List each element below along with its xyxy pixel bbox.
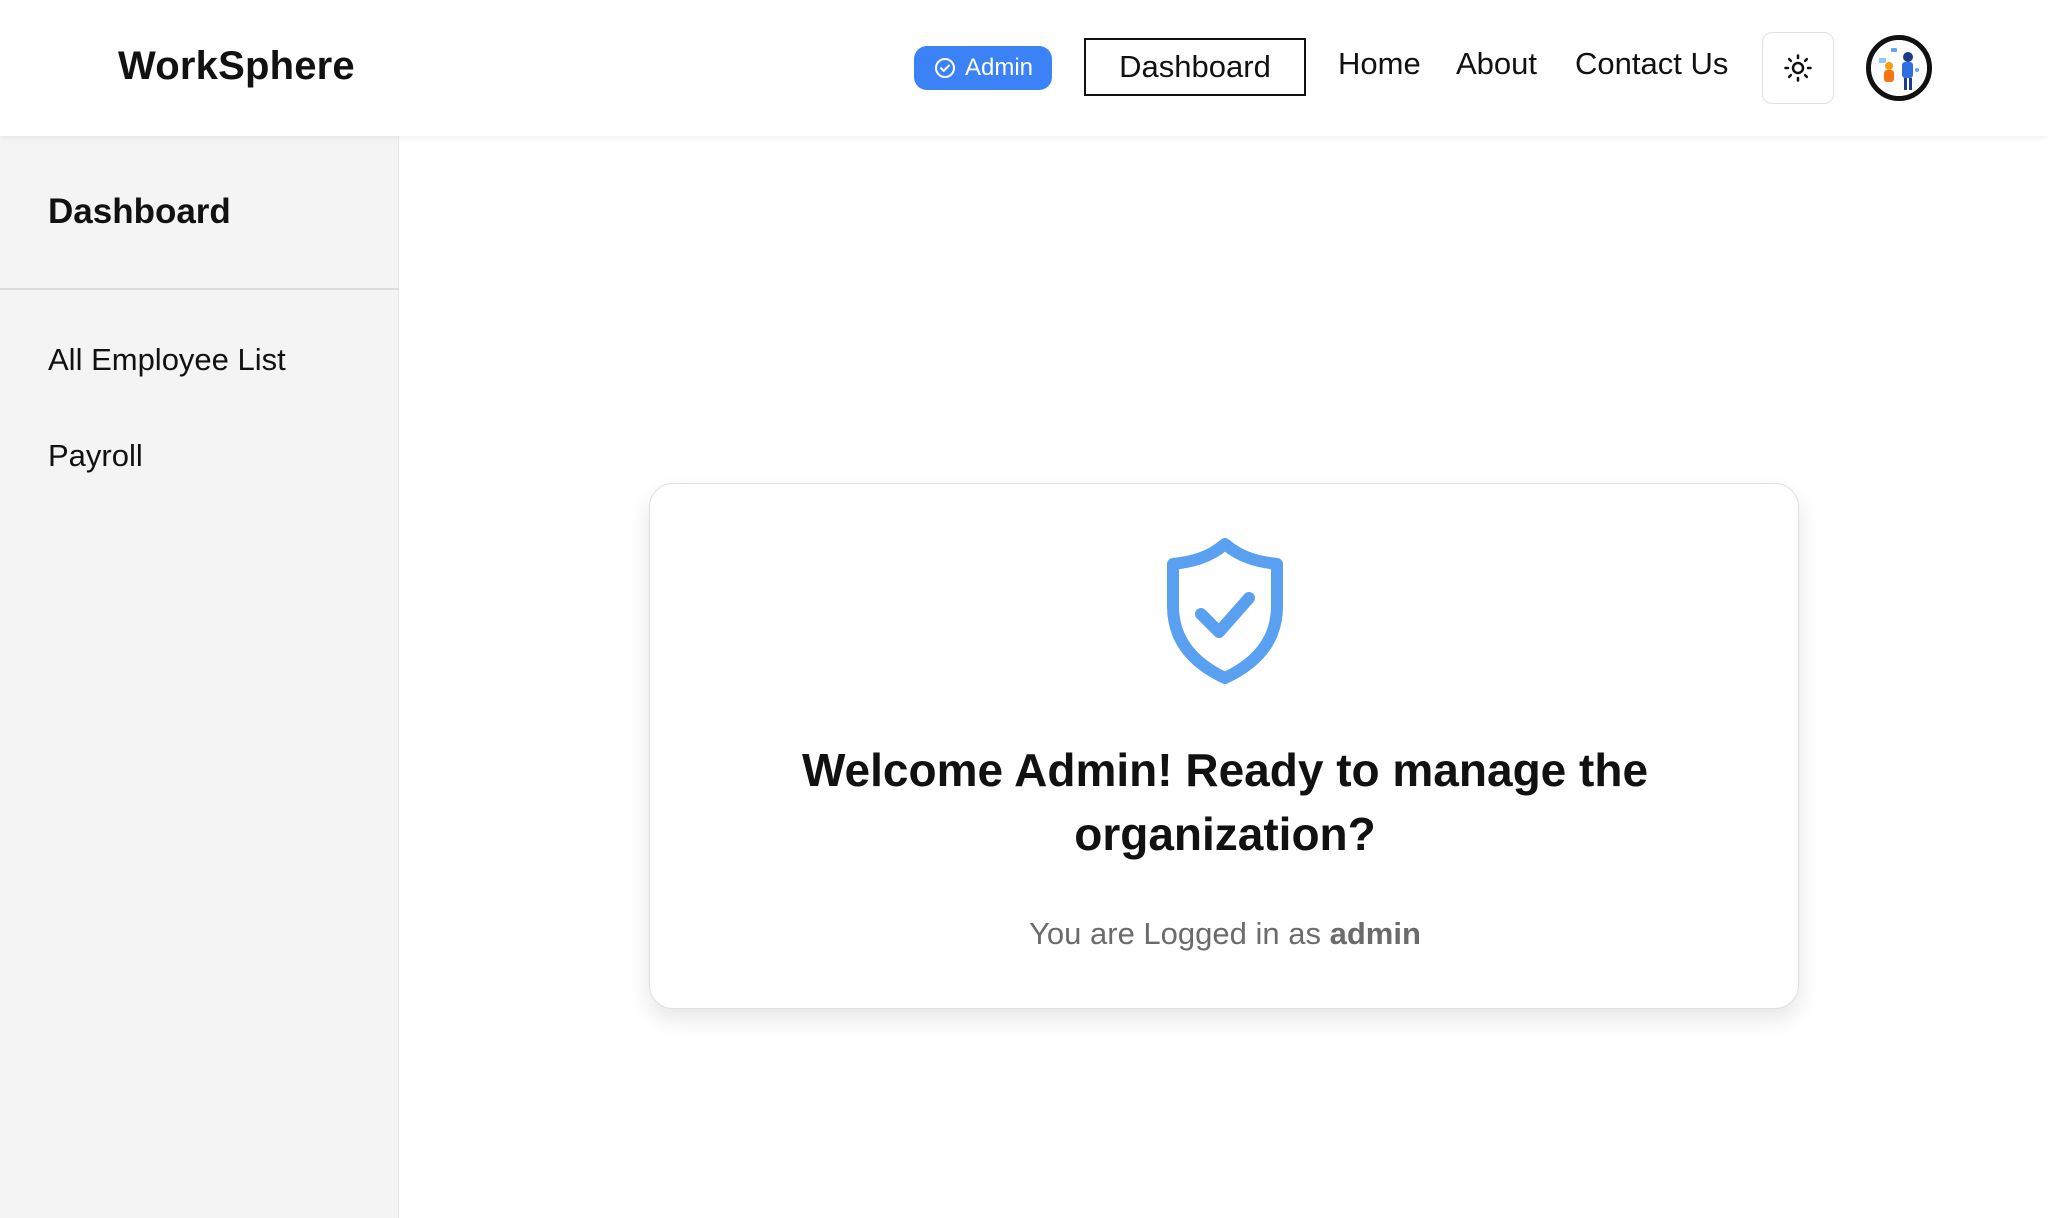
login-status-prefix: You are Logged in as [1029,916,1321,951]
login-status: You are Logged in as admin [650,916,1800,952]
dashboard-button[interactable]: Dashboard [1084,38,1306,96]
top-navbar: WorkSphere Admin Dashboard Home About Co… [0,0,2048,136]
sidebar: Dashboard All Employee List Payroll [0,136,399,1218]
nav-home-link[interactable]: Home [1338,46,1421,82]
welcome-card: Welcome Admin! Ready to manage the organ… [649,483,1799,1009]
brand-logo[interactable]: WorkSphere [118,44,355,89]
sidebar-divider [0,288,399,290]
login-username: admin [1329,916,1421,951]
sidebar-title: Dashboard [48,192,231,231]
welcome-title: Welcome Admin! Ready to manage the organ… [801,744,1649,860]
sidebar-item-payroll[interactable]: Payroll [48,438,143,474]
shield-check-icon [1167,538,1283,684]
role-badge-label: Admin [964,54,1034,81]
role-badge: Admin [914,46,1052,90]
sidebar-item-all-employee-list[interactable]: All Employee List [48,342,286,378]
user-avatar[interactable] [1866,35,1932,101]
check-circle-icon [934,58,955,78]
theme-toggle-button[interactable] [1762,32,1834,104]
nav-contact-link[interactable]: Contact Us [1575,46,1728,82]
nav-about-link[interactable]: About [1456,46,1537,82]
sun-icon [1784,54,1812,82]
avatar-illustration-icon [1871,40,1927,96]
